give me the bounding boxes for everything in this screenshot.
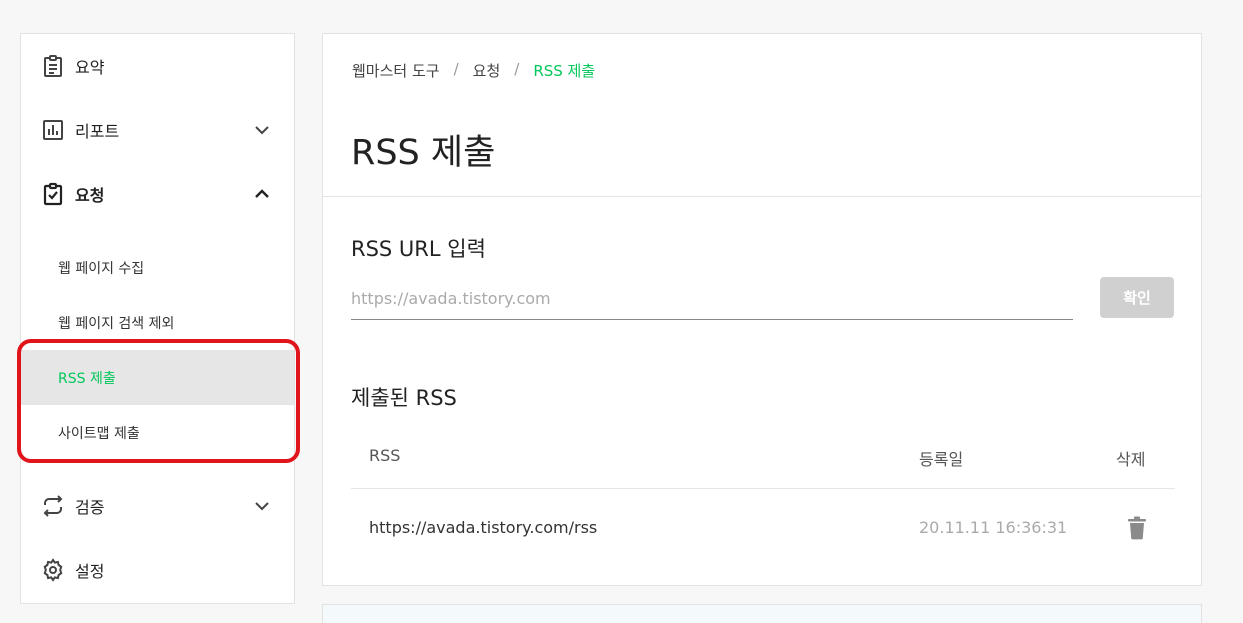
sidebar-item-request[interactable]: 요청 [21,174,294,214]
table-cell-date: 20.11.11 16:36:31 [919,518,1068,537]
table-header-date: 등록일 [919,450,964,469]
sidebar-item-label: 설정 [75,562,105,581]
gear-icon [43,558,63,582]
chevron-down-icon [255,502,269,511]
chevron-down-icon [255,126,269,135]
trash-icon[interactable] [1127,516,1147,540]
chevron-up-icon [255,189,269,198]
sidebar-item-settings[interactable]: 설정 [21,550,294,590]
sidebar-item-report[interactable]: 리포트 [21,110,294,150]
sub-item-label: 사이트맵 제출 [58,425,140,442]
rss-input-section-title: RSS URL 입력 [351,237,486,261]
sidebar-item-summary[interactable]: 요약 [21,46,294,86]
sub-item-label: RSS 제출 [58,370,116,387]
sub-item-web-page-exclude[interactable]: 웹 페이지 검색 제외 [21,295,294,350]
breadcrumb-item[interactable]: 요청 [473,60,501,81]
sub-item-sitemap-submit[interactable]: 사이트맵 제출 [21,405,294,460]
page-title: RSS 제출 [351,133,496,173]
sub-item-rss-submit[interactable]: RSS 제출 [21,350,294,405]
table-header-rss: RSS [369,446,401,465]
divider [323,196,1201,197]
table-header-delete: 삭제 [1116,450,1146,469]
sidebar-item-verify[interactable]: 검증 [21,486,294,526]
sidebar-item-label: 검증 [75,498,105,517]
clipboard-check-icon [43,182,63,206]
confirm-button[interactable]: 확인 [1100,277,1174,318]
submitted-rss-title: 제출된 RSS [351,386,457,410]
sub-item-label: 웹 페이지 수집 [58,260,145,277]
repeat-icon [43,495,63,517]
table-cell-rss: https://avada.tistory.com/rss [369,518,598,537]
sidebar-item-label: 요약 [75,58,105,77]
table-divider [351,488,1175,489]
breadcrumb-current: RSS 제출 [533,62,596,80]
sidebar-item-label: 리포트 [75,122,120,141]
chart-icon [43,120,63,140]
sub-item-web-page-collect[interactable]: 웹 페이지 수집 [21,240,294,295]
breadcrumb-separator: / [453,60,459,78]
clipboard-icon [44,55,62,77]
breadcrumb-separator: / [514,60,520,78]
rss-url-input[interactable] [351,278,1073,320]
bottom-panel [322,604,1202,623]
main-panel: 웹마스터 도구 / 요청 / RSS 제출 RSS 제출 RSS URL 입력 … [322,33,1202,586]
sub-item-label: 웹 페이지 검색 제외 [58,315,175,332]
sidebar-item-label: 요청 [75,186,105,205]
breadcrumb-item[interactable]: 웹마스터 도구 [352,60,440,81]
breadcrumb: 웹마스터 도구 / 요청 / RSS 제출 [352,60,595,81]
sidebar: 요약 리포트 요청 웹 페이지 수집 웹 페이지 검색 제외 RSS 제출 사이… [20,33,295,604]
